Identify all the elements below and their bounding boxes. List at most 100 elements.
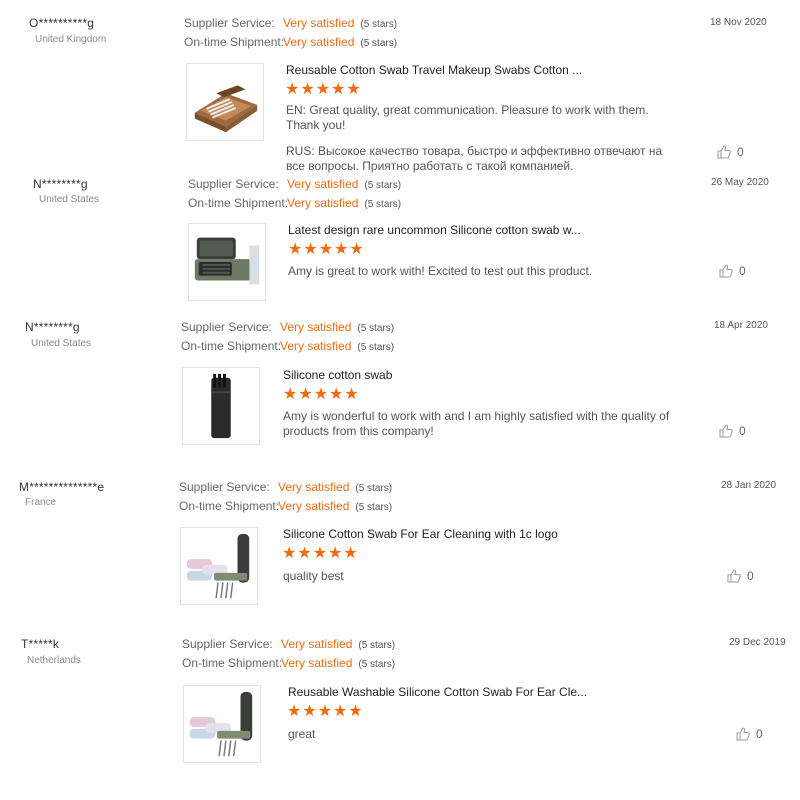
thumbs-up-icon — [736, 727, 750, 741]
supplier-service-stars: (5 stars) — [360, 19, 398, 30]
helpful-button[interactable]: 0 — [727, 569, 754, 583]
shipment-row: On-time Shipment:Very satisfied (5 stars) — [184, 35, 397, 49]
review-date: 18 Nov 2020 — [710, 17, 767, 28]
rating-stars: ★★★★★ — [288, 241, 365, 258]
supplier-service-row: Supplier Service: Very satisfied (5 stars) — [188, 177, 401, 191]
helpful-count: 0 — [747, 569, 754, 583]
shipment-row: On-time Shipment:Very satisfied (5 stars) — [179, 499, 392, 513]
product-title-link[interactable]: Reusable Cotton Swab Travel Makeup Swabs… — [286, 63, 582, 77]
supplier-service-stars: (5 stars) — [364, 180, 402, 191]
shipment-row: On-time Shipment:Very satisfied (5 stars) — [182, 656, 395, 670]
rating-stars: ★★★★★ — [287, 703, 364, 720]
reviewer-country: United Kingdom — [35, 34, 107, 45]
shipment-value: Very satisfied — [280, 339, 352, 353]
helpful-count: 0 — [756, 727, 763, 741]
supplier-service-row: Supplier Service: Very satisfied (5 stars) — [182, 637, 395, 651]
review-text: EN: Great quality, great communication. … — [286, 103, 681, 174]
shipment-value: Very satisfied — [281, 656, 353, 670]
supplier-service-stars: (5 stars) — [355, 483, 393, 494]
supplier-service-label: Supplier Service: — [181, 320, 272, 334]
shipment-value: Very satisfied — [287, 196, 359, 210]
review-date: 29 Dec 2019 — [729, 637, 786, 648]
reviewer-name: O**********g — [29, 16, 95, 30]
supplier-service-label: Supplier Service: — [188, 177, 279, 191]
supplier-service-label: Supplier Service: — [179, 480, 270, 494]
thumbs-up-icon — [717, 145, 731, 159]
helpful-count: 0 — [737, 145, 744, 159]
product-thumbnail[interactable] — [180, 527, 258, 605]
shipment-value: Very satisfied — [278, 499, 350, 513]
supplier-service-value: Very satisfied — [287, 177, 359, 191]
helpful-count: 0 — [739, 264, 746, 278]
helpful-button[interactable]: 0 — [717, 145, 744, 159]
supplier-service-value: Very satisfied — [283, 16, 355, 30]
review-text: Amy is great to work with! Excited to te… — [288, 264, 683, 279]
review-text: Amy is wonderful to work with and I am h… — [283, 409, 678, 439]
helpful-button[interactable]: 0 — [719, 424, 746, 438]
shipment-label: On-time Shipment: — [184, 35, 285, 49]
reviewer-country: United States — [31, 338, 92, 349]
shipment-label: On-time Shipment: — [188, 196, 289, 210]
supplier-service-value: Very satisfied — [281, 637, 353, 651]
helpful-button[interactable]: 0 — [736, 727, 763, 741]
shipment-stars: (5 stars) — [358, 659, 396, 670]
shipment-row: On-time Shipment:Very satisfied (5 stars) — [181, 339, 394, 353]
review-text-ru: RUS: Высокое качество товара, быстро и э… — [286, 144, 663, 173]
reviewer-name: N********g — [25, 320, 80, 334]
review-text-en: EN: Great quality, great communication. … — [286, 103, 649, 132]
supplier-service-row: Supplier Service: Very satisfied (5 stars) — [181, 320, 394, 334]
wooden-swab-box-icon — [194, 85, 258, 133]
shipment-label: On-time Shipment: — [182, 656, 283, 670]
helpful-button[interactable]: 0 — [719, 264, 746, 278]
review-date: 26 May 2020 — [711, 177, 769, 188]
supplier-service-label: Supplier Service: — [184, 16, 275, 30]
shipment-row: On-time Shipment:Very satisfied (5 stars) — [188, 196, 401, 210]
shipment-label: On-time Shipment: — [181, 339, 282, 353]
review-text-body: Amy is great to work with! Excited to te… — [288, 264, 593, 278]
reviewer-country: Netherlands — [27, 655, 81, 666]
shipment-label: On-time Shipment: — [179, 499, 280, 513]
thumbs-up-icon — [719, 424, 733, 438]
review-date: 28 Jan 2020 — [721, 480, 777, 491]
shipment-stars: (5 stars) — [360, 38, 398, 49]
helpful-count: 0 — [739, 424, 746, 438]
reviewer-country: United States — [39, 194, 100, 205]
reviewer-name: T*****k — [21, 637, 60, 651]
pastel-swab-cases-icon — [186, 533, 250, 599]
supplier-service-value: Very satisfied — [278, 480, 350, 494]
product-thumbnail[interactable] — [188, 223, 266, 301]
rating-stars: ★★★★★ — [283, 386, 360, 403]
shipment-stars: (5 stars) — [357, 342, 395, 353]
product-thumbnail[interactable] — [183, 685, 261, 763]
review-text: quality best — [283, 569, 678, 584]
product-title-link[interactable]: Reusable Washable Silicone Cotton Swab F… — [288, 685, 587, 699]
product-title-link[interactable]: Silicone cotton swab — [283, 368, 392, 382]
rating-stars: ★★★★★ — [282, 545, 359, 562]
rating-stars: ★★★★★ — [285, 81, 362, 98]
pastel-swab-cases-icon — [189, 691, 253, 757]
review-text-body: Amy is wonderful to work with and I am h… — [283, 409, 670, 438]
black-swab-case-icon — [211, 373, 231, 439]
thumbs-up-icon — [727, 569, 741, 583]
supplier-service-row: Supplier Service: Very satisfied (5 stars) — [184, 16, 397, 30]
review-text: great — [288, 727, 683, 742]
shipment-value: Very satisfied — [283, 35, 355, 49]
supplier-service-label: Supplier Service: — [182, 637, 273, 651]
review-date: 18 Apr 2020 — [714, 320, 768, 331]
shipment-stars: (5 stars) — [355, 502, 393, 513]
product-thumbnail[interactable] — [182, 367, 260, 445]
reviewer-name: N********g — [33, 177, 88, 191]
shipment-stars: (5 stars) — [364, 199, 402, 210]
supplier-service-stars: (5 stars) — [357, 323, 395, 334]
review-text-body: great — [288, 727, 316, 741]
green-swab-case-icon — [194, 237, 260, 285]
product-title-link[interactable]: Silicone Cotton Swab For Ear Cleaning wi… — [283, 527, 558, 541]
supplier-service-row: Supplier Service: Very satisfied (5 stars) — [179, 480, 392, 494]
supplier-service-stars: (5 stars) — [358, 640, 396, 651]
product-thumbnail[interactable] — [186, 63, 264, 141]
product-title-link[interactable]: Latest design rare uncommon Silicone cot… — [288, 223, 581, 237]
thumbs-up-icon — [719, 264, 733, 278]
supplier-service-value: Very satisfied — [280, 320, 352, 334]
reviewer-country: France — [25, 497, 57, 508]
review-text-body: quality best — [283, 569, 344, 583]
